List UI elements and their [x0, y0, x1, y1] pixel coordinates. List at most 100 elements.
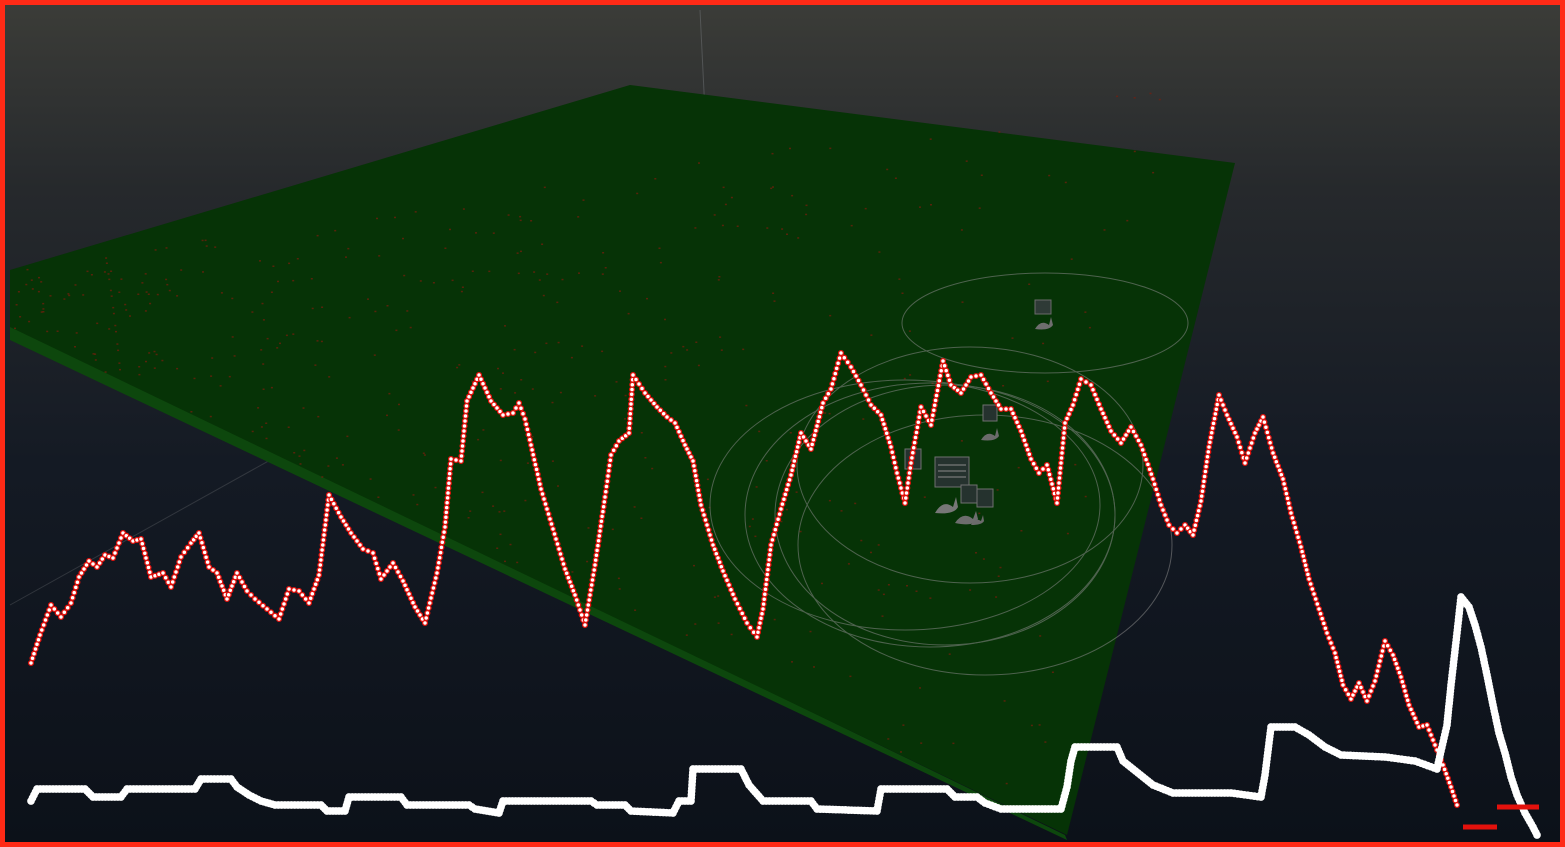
terrain-speck [112, 312, 115, 315]
series-point [598, 518, 605, 525]
terrain-speck [534, 351, 537, 354]
series-point [1073, 391, 1080, 398]
terrain-speck [504, 560, 506, 563]
series-point [323, 511, 330, 519]
terrain-speck [205, 245, 208, 247]
series-point [441, 529, 448, 536]
series-point [140, 545, 147, 552]
terrain-speck [624, 418, 626, 420]
terrain-speck [477, 438, 480, 441]
crate-icon[interactable] [960, 484, 978, 504]
series-point [460, 427, 468, 435]
terrain-speck [259, 260, 261, 262]
series-point [790, 462, 797, 469]
terrain-speck [42, 302, 45, 305]
terrain-speck [509, 543, 512, 546]
series-point [628, 386, 636, 393]
series-point [442, 519, 449, 526]
series-point [627, 410, 634, 417]
terrain-speck [602, 252, 605, 254]
series-point [1198, 493, 1205, 500]
terrain-speck [627, 312, 630, 315]
series-point [755, 624, 763, 631]
terrain-speck [373, 354, 376, 356]
terrain-speck [901, 292, 904, 294]
series-point [1317, 610, 1324, 617]
series-point [860, 386, 867, 394]
terrain-speck [797, 237, 800, 239]
terrain-speck [541, 243, 544, 245]
terrain-speck [149, 302, 152, 305]
series-point [934, 387, 941, 394]
terrain-speck [201, 239, 204, 242]
terrain-speck [617, 577, 620, 580]
series-point [602, 488, 609, 495]
terrain-speck [153, 367, 156, 369]
terrain-speck [878, 251, 881, 253]
terrain-speck [180, 269, 183, 271]
series-point [425, 604, 432, 612]
terrain-speck [176, 367, 179, 370]
terrain-speck [138, 366, 141, 368]
terrain-speck [519, 215, 522, 218]
terrain-speck [124, 303, 127, 306]
terrain-speck [386, 305, 389, 307]
terrain-speck [524, 499, 527, 502]
terrain-speck [882, 593, 885, 596]
series-point [171, 573, 178, 581]
terrain-speck [166, 283, 169, 286]
terrain-speck [929, 597, 932, 599]
terrain-speck [260, 349, 263, 351]
terrain-speck [765, 460, 768, 462]
terrain-speck [114, 324, 117, 327]
series-point [946, 377, 953, 384]
series-point [504, 410, 512, 418]
terrain-speck [520, 250, 522, 253]
terrain-speck [542, 294, 545, 297]
series-point [694, 482, 701, 489]
scene-canvas[interactable] [5, 5, 1565, 847]
terrain-speck [14, 327, 16, 330]
terrain-speck [887, 738, 890, 740]
crate-icon[interactable] [976, 488, 994, 508]
series-point [635, 380, 643, 388]
terrain-plane[interactable] [10, 85, 1235, 835]
series-point [935, 382, 942, 389]
series-point [933, 392, 940, 399]
terrain-speck [211, 357, 214, 359]
series-point [1047, 476, 1054, 483]
series-point [172, 568, 180, 576]
crate-icon[interactable] [934, 456, 970, 488]
series-point [290, 586, 298, 594]
series-point [512, 404, 520, 412]
series-point [1076, 381, 1083, 388]
series-point [590, 571, 597, 579]
series-point [914, 424, 921, 431]
series-point [1058, 449, 1066, 457]
series-point [588, 581, 595, 589]
series-point [782, 491, 789, 498]
terrain-speck [997, 575, 1000, 577]
series-point [427, 594, 435, 602]
series-point [603, 483, 610, 490]
series-point [371, 555, 378, 562]
crate-icon[interactable] [982, 404, 998, 422]
series-point [578, 611, 585, 619]
series-point [607, 451, 615, 459]
terrain-speck [299, 463, 302, 465]
terrain-speck [467, 517, 470, 519]
terrain-speck [722, 186, 725, 189]
series-point [317, 556, 324, 564]
game-viewport[interactable] [0, 0, 1565, 847]
series-point [1159, 506, 1167, 514]
series-point [767, 546, 774, 553]
terrain-speck [335, 457, 338, 459]
terrain-speck [165, 247, 168, 249]
series-point [1165, 521, 1173, 529]
series-point [689, 457, 697, 465]
crate-icon[interactable] [1034, 299, 1052, 315]
series-point [1033, 465, 1040, 472]
series-point [599, 513, 606, 520]
series-point [1268, 444, 1275, 451]
terrain-speck [860, 539, 863, 542]
